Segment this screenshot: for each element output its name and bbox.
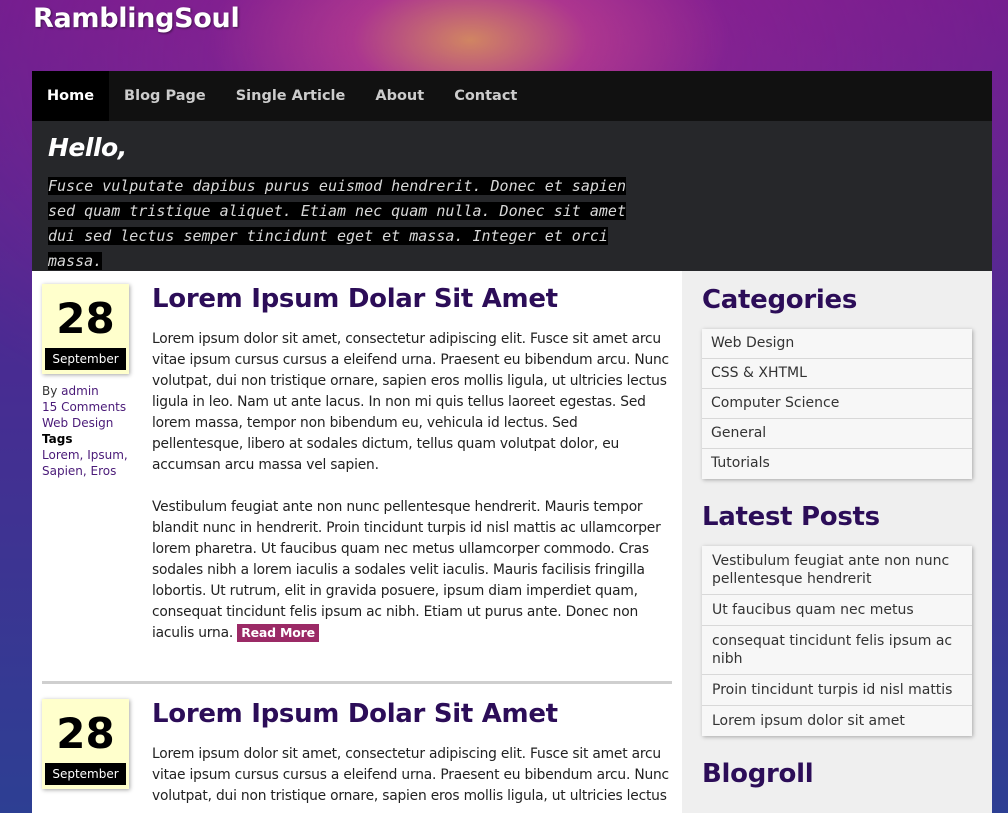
nav-contact[interactable]: Contact (439, 71, 532, 121)
content-area: 28 September By admin 15 Comments Web De… (32, 271, 992, 813)
date-badge: 28 September (42, 284, 129, 374)
post-paragraph-1: Lorem ipsum dolor sit amet, consectetur … (152, 746, 669, 804)
categories-list: Web Design CSS & XHTML Computer Science … (702, 329, 972, 479)
main-nav: Home Blog Page Single Article About Cont… (32, 71, 992, 121)
latest-post-item[interactable]: Vestibulum feugiat ante non nunc pellent… (702, 546, 972, 595)
category-item[interactable]: Computer Science (702, 389, 972, 419)
post-2: 28 September Lorem Ipsum Dolar Sit Amet … (42, 699, 672, 813)
latest-post-item[interactable]: Ut faucibus quam nec metus (702, 595, 972, 626)
sidebar: Categories Web Design CSS & XHTML Comput… (682, 271, 992, 813)
tags-links-line1[interactable]: Lorem, Ipsum, (42, 448, 128, 462)
comments-link[interactable]: 15 Comments (42, 400, 126, 414)
date-month: September (45, 348, 126, 370)
post-divider (42, 681, 672, 684)
date-day: 28 (56, 294, 115, 343)
hero-text: Fusce vulputate dapibus purus euismod he… (48, 177, 626, 270)
latest-post-item[interactable]: Proin tincidunt turpis id nisl mattis (702, 675, 972, 706)
main-column: 28 September By admin 15 Comments Web De… (32, 271, 682, 813)
date-month: September (45, 763, 126, 785)
categories-title: Categories (702, 285, 858, 315)
site-title[interactable]: RamblingSoul (33, 3, 240, 34)
blogroll-title: Blogroll (702, 759, 814, 789)
date-day: 28 (56, 709, 115, 758)
nav-single-article[interactable]: Single Article (221, 71, 361, 121)
read-more-button[interactable]: Read More (237, 624, 319, 642)
page-wrapper: Home Blog Page Single Article About Cont… (32, 71, 992, 813)
post-body: Lorem Ipsum Dolar Sit Amet Lorem ipsum d… (152, 284, 672, 665)
latest-post-item[interactable]: consequat tincidunt felis ipsum ac nibh (702, 626, 972, 675)
hero-banner: Hello, Fusce vulputate dapibus purus eui… (32, 121, 992, 271)
latest-post-item[interactable]: Lorem ipsum dolor sit amet (702, 706, 972, 736)
category-item[interactable]: Web Design (702, 329, 972, 359)
meta-lines: By admin 15 Comments Web Design Tags Lor… (42, 383, 152, 479)
category-item[interactable]: CSS & XHTML (702, 359, 972, 389)
category-link[interactable]: Web Design (42, 416, 113, 430)
date-badge: 28 September (42, 699, 129, 789)
tags-links-line2[interactable]: Sapien, Eros (42, 464, 116, 478)
nav-about[interactable]: About (360, 71, 439, 121)
post-title[interactable]: Lorem Ipsum Dolar Sit Amet (152, 699, 672, 729)
category-item[interactable]: General (702, 419, 972, 449)
category-item[interactable]: Tutorials (702, 449, 972, 479)
author-link[interactable]: admin (61, 384, 99, 398)
post-1: 28 September By admin 15 Comments Web De… (42, 284, 672, 665)
author-line: By admin (42, 384, 99, 398)
latest-posts-list: Vestibulum feugiat ante non nunc pellent… (702, 546, 972, 736)
tags-label: Tags (42, 432, 73, 446)
post-paragraph-1: Lorem ipsum dolor sit amet, consectetur … (152, 331, 669, 473)
post-title[interactable]: Lorem Ipsum Dolar Sit Amet (152, 284, 672, 314)
post-meta: 28 September (42, 699, 152, 813)
post-meta: 28 September By admin 15 Comments Web De… (42, 284, 152, 665)
nav-blog-page[interactable]: Blog Page (109, 71, 221, 121)
nav-home[interactable]: Home (32, 71, 110, 121)
post-paragraph-2: Vestibulum feugiat ante non nunc pellent… (152, 499, 661, 642)
hero-heading: Hello, (48, 133, 127, 162)
latest-posts-title: Latest Posts (702, 502, 880, 532)
post-body: Lorem Ipsum Dolar Sit Amet Lorem ipsum d… (152, 699, 672, 813)
